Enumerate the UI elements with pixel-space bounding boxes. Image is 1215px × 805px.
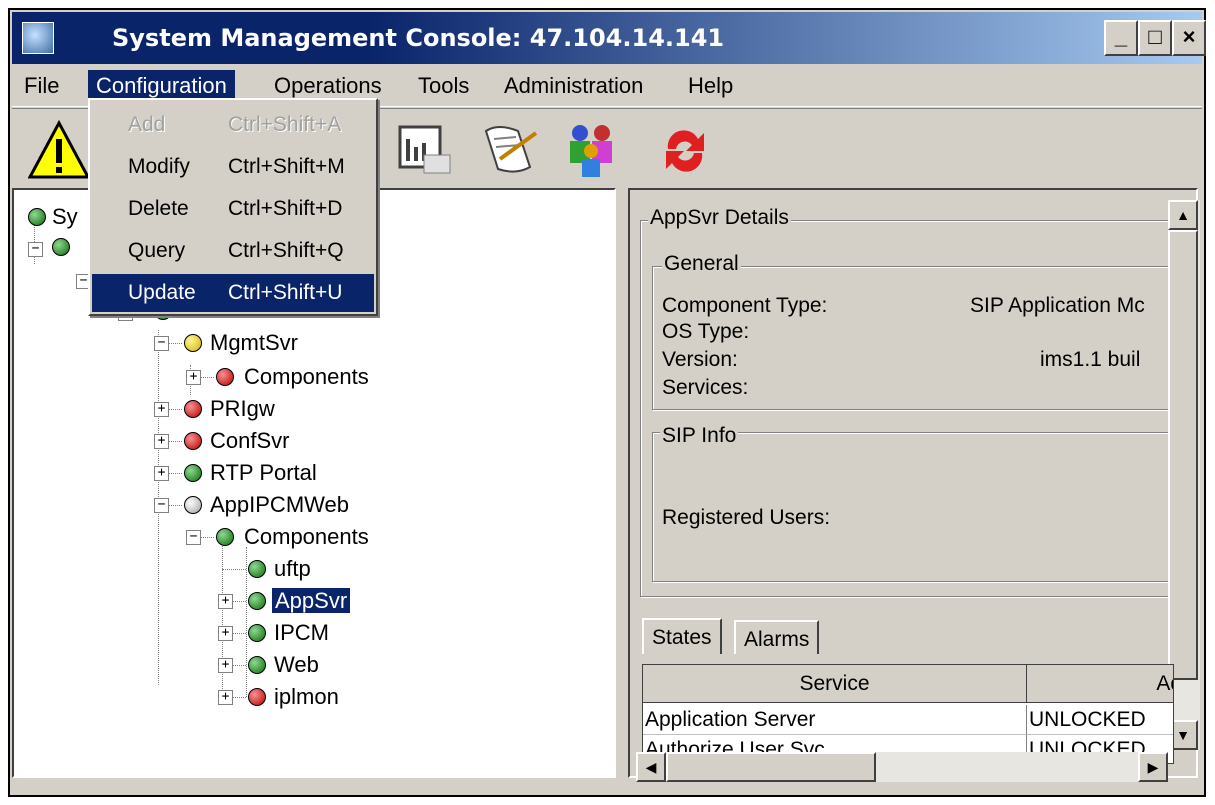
scroll-thumb[interactable] [1168, 230, 1198, 680]
details-title: AppSvr Details [648, 206, 791, 230]
status-dot-green [248, 592, 266, 610]
expand-expander[interactable]: + [154, 466, 169, 481]
maximize-button[interactable]: □ [1138, 20, 1172, 56]
horizontal-scroll-thumb[interactable] [666, 752, 876, 782]
window-title: System Management Console: 47.104.14.141 [112, 24, 725, 52]
selected-node-label[interactable]: AppSvr [272, 588, 351, 613]
tree-node-components[interactable]: Components [244, 522, 369, 552]
menu-item-label: Query [128, 239, 186, 262]
menu-item-shortcut: Ctrl+Shift+M [228, 155, 345, 178]
status-dot-green [248, 560, 266, 578]
status-dot-green [184, 464, 202, 482]
status-dot-green [28, 208, 46, 226]
horizontal-scrollbar[interactable]: ◀ ▶ [636, 752, 1168, 782]
status-dot-green [52, 238, 70, 256]
menu-tools[interactable]: Tools [410, 70, 477, 102]
status-dot-red [184, 432, 202, 450]
collapse-expander[interactable]: − [154, 336, 169, 351]
tree-node-confsvr[interactable]: ConfSvr [210, 426, 289, 456]
tree-node-appipcmweb[interactable]: AppIPCMWeb [210, 490, 349, 520]
tree-node-iplmon[interactable]: iplmon [274, 682, 339, 712]
warning-icon[interactable] [26, 119, 92, 185]
tree-node-components[interactable]: Components [244, 362, 369, 392]
status-dot-red [216, 368, 234, 386]
menu-item-shortcut: Ctrl+Shift+D [228, 197, 343, 220]
chart-icon[interactable] [392, 119, 458, 185]
tree-node-rtp-portal[interactable]: RTP Portal [210, 458, 317, 488]
os-type-label: OS Type: [662, 320, 750, 343]
column-header-admin[interactable]: Ad [1027, 665, 1173, 703]
status-dot-red [184, 400, 202, 418]
menu-item-query[interactable]: Query Ctrl+Shift+Q [92, 232, 374, 270]
script-edit-icon[interactable] [476, 119, 542, 185]
expand-expander[interactable]: + [154, 434, 169, 449]
status-dot-green [248, 624, 266, 642]
expand-expander[interactable]: + [218, 690, 233, 705]
scroll-left-button[interactable]: ◀ [636, 752, 666, 782]
tree-node-ipcm[interactable]: IPCM [274, 618, 329, 648]
tree-node-prigw[interactable]: PRIgw [210, 394, 275, 424]
menu-item-delete[interactable]: Delete Ctrl+Shift+D [92, 190, 374, 228]
tree-node-root[interactable]: Sy [52, 202, 78, 232]
services-label: Services: [662, 376, 749, 399]
tab-alarms[interactable]: Alarms [734, 620, 820, 654]
version-label: Version: [662, 348, 738, 371]
menu-item-shortcut: Ctrl+Shift+A [228, 113, 342, 136]
menu-item-label: Add [128, 113, 166, 136]
menu-item-add[interactable]: Add Ctrl+Shift+A [92, 106, 374, 144]
scroll-up-button[interactable]: ▲ [1168, 200, 1198, 230]
menu-item-modify[interactable]: Modify Ctrl+Shift+M [92, 148, 374, 186]
status-dot-green [248, 656, 266, 674]
menu-administration[interactable]: Administration [496, 70, 651, 102]
tab-states[interactable]: States [642, 618, 722, 654]
collapse-expander[interactable]: − [28, 242, 43, 257]
status-dot-green [216, 528, 234, 546]
configuration-dropdown: Add Ctrl+Shift+A Modify Ctrl+Shift+M Del… [88, 98, 378, 316]
app-icon[interactable] [22, 22, 54, 54]
table-cell-service[interactable]: Application Server [643, 705, 1027, 735]
menu-item-shortcut: Ctrl+Shift+U [228, 281, 343, 304]
menu-item-label: Delete [128, 197, 189, 220]
menu-item-update[interactable]: Update Ctrl+Shift+U [92, 274, 374, 312]
menu-file[interactable]: File [16, 70, 67, 102]
close-button[interactable]: × [1172, 20, 1206, 56]
column-header-service[interactable]: Service [643, 665, 1027, 703]
collapse-expander[interactable]: − [186, 530, 201, 545]
version-value: ims1.1 buil [1040, 348, 1141, 371]
status-dot-gray [184, 496, 202, 514]
general-title: General [662, 252, 741, 276]
collapse-expander[interactable]: − [154, 498, 169, 513]
registered-users-label: Registered Users: [662, 506, 831, 529]
component-type-value: SIP Application Mc [970, 294, 1145, 317]
states-table: Service Ad Application Server UNLOCKED A… [642, 664, 1174, 764]
expand-expander[interactable]: + [186, 370, 201, 385]
table-cell-admin-state[interactable]: UNLOCKED [1027, 705, 1173, 735]
scroll-right-button[interactable]: ▶ [1138, 752, 1168, 782]
menu-item-label: Modify [128, 155, 190, 178]
expand-expander[interactable]: + [218, 594, 233, 609]
refresh-icon[interactable] [652, 119, 718, 185]
menu-help[interactable]: Help [680, 70, 741, 102]
tree-node-mgmtsvr[interactable]: MgmtSvr [210, 328, 298, 358]
title-bar[interactable]: System Management Console: 47.104.14.141… [12, 12, 1206, 64]
expand-expander[interactable]: + [154, 402, 169, 417]
sip-info-title: SIP Info [660, 424, 739, 448]
expand-expander[interactable]: + [218, 658, 233, 673]
tree-node-appsvr[interactable]: AppSvr [272, 586, 351, 616]
minimize-button[interactable]: _ [1104, 20, 1138, 56]
tree-node-uftp[interactable]: uftp [274, 554, 311, 584]
status-dot-yellow [184, 334, 202, 352]
menu-item-label: Update [128, 281, 196, 304]
tree-node-web[interactable]: Web [274, 650, 319, 680]
status-dot-red [248, 688, 266, 706]
component-type-label: Component Type: [662, 294, 828, 317]
expand-expander[interactable]: + [218, 626, 233, 641]
users-icon[interactable] [558, 119, 624, 185]
menu-item-shortcut: Ctrl+Shift+Q [228, 239, 344, 262]
